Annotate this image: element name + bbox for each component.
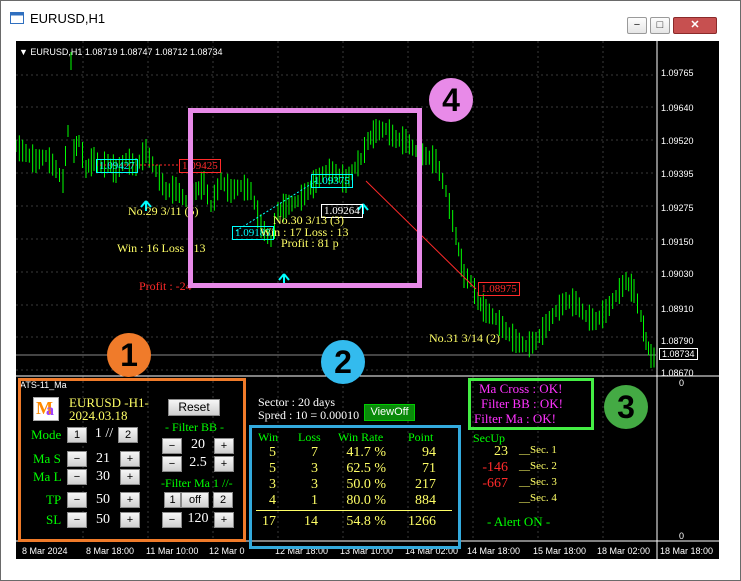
price-level-label: 1.09765 xyxy=(661,68,694,78)
view-off-button[interactable]: ViewOff xyxy=(364,404,415,421)
highlight-box-4 xyxy=(188,108,422,288)
trade-label-31: No.31 3/14 (2) xyxy=(429,331,500,345)
alert-status: - Alert ON - xyxy=(487,514,551,529)
secup-value: 23 xyxy=(494,444,508,459)
highlight-box-2 xyxy=(249,425,461,549)
time-axis-label: 8 Mar 2024 xyxy=(22,546,68,556)
price-level-label: 1.09275 xyxy=(661,203,694,213)
secup-label: __Sec. 1 xyxy=(519,444,557,456)
highlight-box-3 xyxy=(468,378,594,430)
secup-value: -146 xyxy=(482,460,508,475)
time-axis-label: 8 Mar 18:00 xyxy=(86,546,135,556)
callout-1: 1 xyxy=(107,333,151,377)
subwindow-scale-bottom: 0 xyxy=(679,531,685,541)
price-box-entry-1: 1.09427 xyxy=(96,159,138,173)
price-level-label: 1.08910 xyxy=(661,304,694,314)
highlight-box-1 xyxy=(18,378,246,542)
time-axis-label: 12 Mar 0 xyxy=(209,546,245,556)
time-axis-label: 18 Mar 18:00 xyxy=(660,546,714,556)
secup-label: __Sec. 3 xyxy=(519,476,557,488)
window-title: EURUSD,H1 xyxy=(30,11,106,26)
price-level-label: 1.09640 xyxy=(661,103,694,113)
title-bar[interactable]: EURUSD,H1 − □ ✕ xyxy=(1,1,740,35)
price-level-label: 1.08790 xyxy=(661,336,694,346)
spread-label: Spred : 10 = 0.00010 xyxy=(258,408,360,422)
price-level-label: 1.09520 xyxy=(661,136,694,146)
chart-window-icon xyxy=(10,12,24,24)
chart-info-line: ▼ EURUSD,H1 1.08719 1.08747 1.08712 1.08… xyxy=(19,47,223,57)
time-axis-label: 14 Mar 18:00 xyxy=(467,546,521,556)
callout-3: 3 xyxy=(604,385,648,429)
current-price-label: 1.08734 xyxy=(659,348,698,360)
price-level-label: 1.08670 xyxy=(661,368,694,378)
price-level-label: 1.09150 xyxy=(661,237,694,247)
profit-negative: Profit : -24 xyxy=(139,279,192,293)
price-level-label: 1.09030 xyxy=(661,269,694,279)
minimize-button[interactable]: − xyxy=(627,17,647,34)
secup-label: __Sec. 4 xyxy=(519,492,557,504)
maximize-button[interactable]: □ xyxy=(650,17,670,34)
callout-2: 2 xyxy=(321,340,365,384)
time-axis-label: 11 Mar 10:00 xyxy=(146,546,199,556)
callout-4: 4 xyxy=(429,78,473,122)
subwindow-scale-top: 0 xyxy=(679,378,685,388)
price-level-label: 1.09395 xyxy=(661,169,694,179)
time-axis-label: 15 Mar 18:00 xyxy=(533,546,587,556)
price-box-entry-3: 1.08975 xyxy=(478,282,520,296)
time-axis-label: 18 Mar 02:00 xyxy=(597,546,651,556)
secup-value: -667 xyxy=(482,476,508,491)
secup-label: __Sec. 2 xyxy=(519,460,557,472)
close-button[interactable]: ✕ xyxy=(673,17,717,34)
